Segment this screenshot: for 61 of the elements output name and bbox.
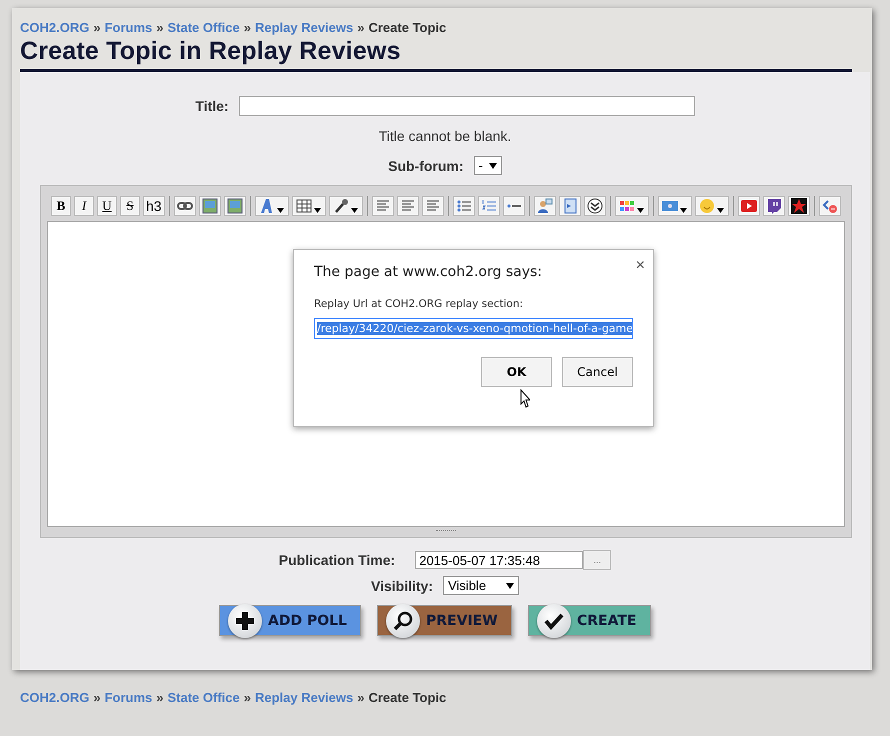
- smiley-icon[interactable]: [694, 196, 729, 216]
- title-input[interactable]: [238, 96, 695, 116]
- chat-icon[interactable]: [762, 196, 785, 216]
- dropdown-arrow-icon: [488, 162, 497, 168]
- star-icon[interactable]: [788, 196, 810, 216]
- format-button[interactable]: I: [74, 196, 94, 216]
- ok-button[interactable]: OK: [481, 357, 552, 387]
- dialog-prompt: Replay Url at COH2.ORG replay section:: [314, 298, 524, 310]
- visibility-select[interactable]: Visible: [442, 576, 519, 595]
- breadcrumb-current: Create Topic: [368, 20, 446, 35]
- format-button[interactable]: h3: [143, 196, 165, 216]
- subforum-label: Sub-forum:: [388, 158, 464, 174]
- code-icon[interactable]: [818, 196, 841, 216]
- plus-icon: [228, 604, 262, 638]
- video-icon[interactable]: [738, 196, 760, 216]
- align-left-icon[interactable]: [372, 196, 394, 216]
- subforum-select[interactable]: -: [474, 156, 502, 175]
- close-button[interactable]: ×: [636, 257, 645, 275]
- dialog-title: The page at www.coh2.org says:: [314, 264, 544, 280]
- title-label: Title:: [195, 98, 229, 114]
- action-button[interactable]: CREATE: [528, 605, 651, 636]
- action-button[interactable]: PREVIEW: [377, 605, 512, 636]
- dropdown-arrow-icon: [506, 582, 514, 588]
- flag-icon[interactable]: [658, 196, 692, 216]
- table-icon[interactable]: [292, 196, 326, 216]
- checkmark-icon: [537, 604, 571, 638]
- date-picker-button[interactable]: ...: [583, 550, 612, 570]
- breadcrumb-separator: »: [357, 20, 364, 35]
- breadcrumb-current: Create Topic: [368, 690, 446, 705]
- format-button[interactable]: S: [120, 196, 140, 216]
- validation-message: Title cannot be blank.: [378, 128, 512, 144]
- breadcrumb-separator: »: [156, 690, 164, 705]
- format-button[interactable]: U: [97, 196, 117, 216]
- microphone-icon[interactable]: [328, 196, 363, 216]
- publication-time-input[interactable]: 2015-05-07 17:35:48: [415, 551, 584, 569]
- publication-time-label: Publication Time:: [278, 552, 396, 568]
- breadcrumb-separator: »: [93, 20, 101, 35]
- breadcrumb-separator: »: [93, 690, 101, 705]
- chevron-down-icon[interactable]: [584, 196, 606, 216]
- font-icon[interactable]: [254, 196, 289, 216]
- numbered-list-icon[interactable]: [478, 196, 500, 216]
- person-icon[interactable]: [534, 196, 556, 216]
- bullet-list-icon[interactable]: [452, 196, 475, 216]
- magnifier-icon: [386, 604, 420, 638]
- visibility-label: Visibility:: [371, 578, 433, 594]
- color-grid-icon[interactable]: [614, 196, 649, 216]
- align-center-icon[interactable]: [396, 196, 419, 216]
- link-icon[interactable]: [174, 196, 196, 216]
- align-right-icon[interactable]: [422, 196, 444, 216]
- breadcrumb-separator: »: [244, 690, 251, 705]
- cancel-button[interactable]: Cancel: [562, 357, 633, 387]
- breadcrumb-separator: »: [244, 20, 251, 35]
- image-icon[interactable]: [198, 196, 221, 216]
- resize-handle[interactable]: [436, 530, 456, 534]
- cursor-icon: [518, 389, 530, 409]
- image-icon[interactable]: [224, 196, 246, 216]
- breadcrumb-separator: »: [156, 20, 164, 35]
- document-icon[interactable]: [558, 196, 581, 216]
- format-button[interactable]: B: [51, 196, 71, 216]
- breadcrumb-separator: »: [357, 690, 364, 705]
- action-button[interactable]: ADD POLL: [219, 605, 361, 636]
